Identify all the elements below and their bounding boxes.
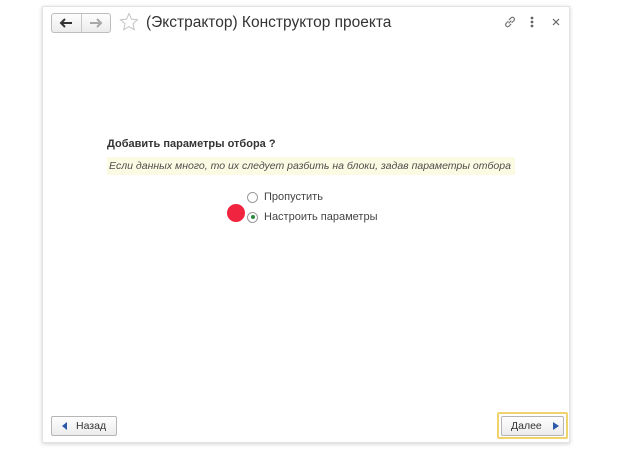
radio-configure[interactable]: [247, 211, 258, 223]
back-nav-button[interactable]: [52, 14, 81, 32]
filter-hint: Если данных много, то их следует разбить…: [107, 157, 515, 175]
link-button[interactable]: [503, 15, 517, 29]
navigation-buttons: [51, 13, 111, 33]
filter-question: Добавить параметры отбора ?: [107, 138, 276, 150]
triangle-left-icon: [62, 422, 67, 430]
arrow-right-icon: [89, 18, 103, 28]
click-marker: [227, 204, 245, 222]
radio-skip[interactable]: [247, 191, 258, 203]
constructor-window: (Экстрактор) Конструктор проекта Добавит…: [42, 6, 570, 443]
title-bar: (Экстрактор) Конструктор проекта: [43, 7, 569, 41]
back-button-label: Назад: [76, 420, 107, 432]
more-button[interactable]: [529, 15, 535, 29]
option-skip[interactable]: Пропустить: [247, 191, 323, 203]
option-configure-label: Настроить параметры: [264, 211, 378, 223]
star-icon: [119, 12, 139, 31]
triangle-right-icon: [552, 422, 559, 430]
forward-nav-button[interactable]: [80, 14, 111, 32]
favorite-star[interactable]: [119, 12, 139, 37]
close-icon: [552, 18, 560, 26]
next-button-label: Далее: [511, 420, 542, 432]
option-skip-label: Пропустить: [264, 191, 323, 203]
link-icon: [505, 16, 515, 28]
next-button[interactable]: Далее: [501, 416, 564, 436]
back-button[interactable]: Назад: [51, 416, 117, 436]
option-configure[interactable]: Настроить параметры: [247, 211, 378, 223]
window-title: (Экстрактор) Конструктор проекта: [146, 14, 392, 31]
close-button[interactable]: [551, 15, 561, 29]
arrow-left-icon: [59, 18, 73, 28]
more-vertical-icon: [530, 16, 534, 28]
